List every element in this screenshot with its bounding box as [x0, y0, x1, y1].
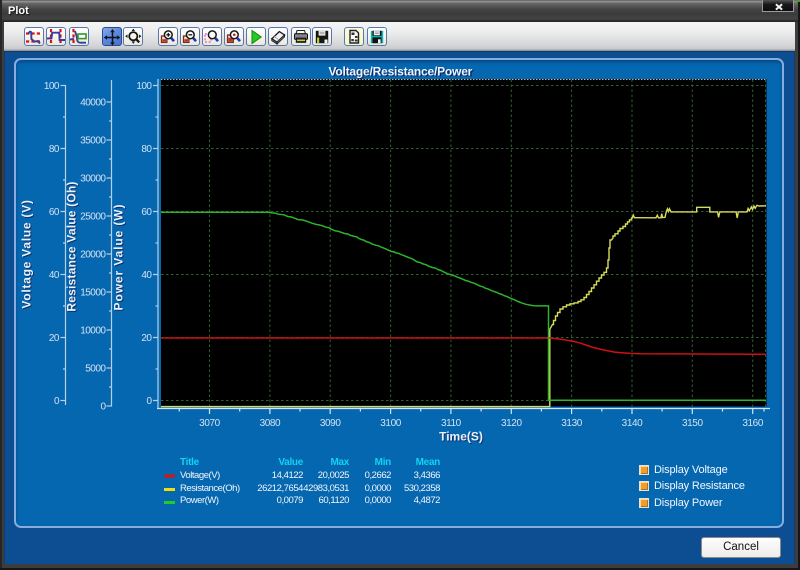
svg-text:3100: 3100 — [380, 418, 401, 429]
svg-text:60: 60 — [141, 207, 152, 218]
svg-text:40: 40 — [49, 270, 60, 281]
svg-text:Time(S): Time(S) — [439, 430, 483, 444]
svg-text:Resistance Value (Oh): Resistance Value (Oh) — [65, 181, 79, 311]
svg-text:100: 100 — [44, 81, 60, 92]
svg-text:40: 40 — [141, 270, 152, 281]
svg-text:25000: 25000 — [80, 212, 106, 223]
svg-text:3070: 3070 — [199, 418, 220, 429]
svg-text:0: 0 — [146, 396, 152, 407]
svg-text:0: 0 — [100, 402, 106, 413]
svg-text:20000: 20000 — [80, 250, 106, 261]
svg-text:3110: 3110 — [441, 418, 462, 429]
svg-text:Voltage Value (V): Voltage Value (V) — [20, 199, 34, 308]
svg-text:20: 20 — [141, 333, 152, 344]
svg-text:3080: 3080 — [260, 418, 281, 429]
svg-text:80: 80 — [49, 144, 60, 155]
svg-text:60: 60 — [49, 207, 60, 218]
svg-text:5000: 5000 — [85, 364, 106, 375]
svg-text:35000: 35000 — [80, 136, 106, 147]
svg-text:3140: 3140 — [622, 418, 643, 429]
svg-text:10000: 10000 — [80, 326, 106, 337]
svg-text:0: 0 — [54, 396, 60, 407]
svg-text:Power Value (W): Power Value (W) — [112, 204, 126, 311]
svg-text:3150: 3150 — [682, 418, 703, 429]
svg-text:100: 100 — [136, 81, 152, 92]
svg-text:20: 20 — [49, 333, 60, 344]
svg-text:15000: 15000 — [80, 288, 106, 299]
svg-text:3090: 3090 — [320, 418, 341, 429]
svg-text:3130: 3130 — [561, 418, 582, 429]
svg-text:30000: 30000 — [80, 174, 106, 185]
svg-text:40000: 40000 — [80, 98, 106, 109]
svg-text:3160: 3160 — [742, 418, 763, 429]
svg-text:80: 80 — [141, 144, 152, 155]
svg-text:3120: 3120 — [501, 418, 522, 429]
svg-text:Voltage/Resistance/Power: Voltage/Resistance/Power — [328, 64, 472, 78]
